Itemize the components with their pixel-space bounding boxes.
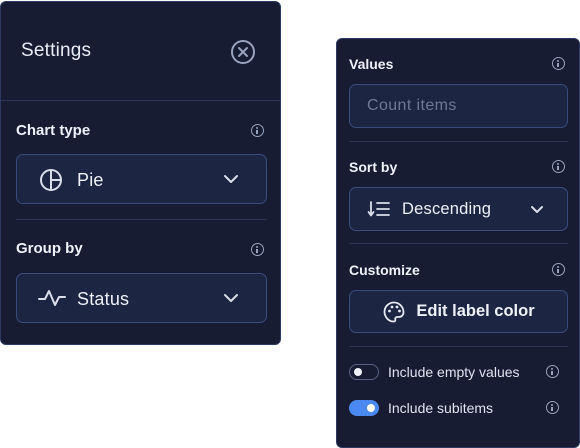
close-circle-icon[interactable] <box>230 39 256 65</box>
edit-label-color-button[interactable]: Edit label color <box>349 290 568 333</box>
include-subitems-toggle[interactable] <box>349 400 379 416</box>
info-icon[interactable] <box>251 243 264 256</box>
info-icon[interactable] <box>546 365 559 378</box>
chevron-down-icon <box>224 175 238 183</box>
chart-type-value: Pie <box>77 170 104 190</box>
info-icon[interactable] <box>552 57 565 70</box>
palette-icon <box>383 301 405 322</box>
info-icon[interactable] <box>552 263 565 276</box>
sort-by-select[interactable]: Descending <box>349 187 568 231</box>
section-divider <box>16 219 267 220</box>
settings-panel: Settings Chart type Pie Group by Status <box>0 1 281 345</box>
values-label: Values <box>349 56 394 72</box>
include-subitems-label: Include subitems <box>388 400 494 416</box>
sort-by-value: Descending <box>402 200 492 218</box>
header-divider <box>1 100 280 101</box>
customize-label: Customize <box>349 262 420 278</box>
group-by-label: Group by <box>16 240 83 257</box>
info-icon[interactable] <box>552 160 565 173</box>
chart-type-select[interactable]: Pie <box>16 154 267 204</box>
section-divider <box>349 141 568 142</box>
include-empty-values-label: Include empty values <box>388 364 520 380</box>
edit-label-color-label: Edit label color <box>416 302 535 320</box>
values-input[interactable] <box>349 84 568 128</box>
chevron-down-icon <box>224 294 238 302</box>
section-divider <box>349 346 568 347</box>
group-by-value: Status <box>77 289 130 309</box>
include-empty-values-toggle[interactable] <box>349 364 379 380</box>
info-icon[interactable] <box>251 124 264 137</box>
group-by-select[interactable]: Status <box>16 273 267 323</box>
section-divider <box>349 243 568 244</box>
pie-chart-icon <box>40 169 62 191</box>
chart-type-label: Chart type <box>16 122 91 139</box>
panel-title: Settings <box>21 40 92 61</box>
sort-descending-icon <box>367 201 390 217</box>
sort-by-label: Sort by <box>349 159 398 175</box>
options-panel: Values Sort by Descending Customize Edit… <box>336 38 580 448</box>
info-icon[interactable] <box>546 401 559 414</box>
activity-icon <box>38 290 66 306</box>
chevron-down-icon <box>531 206 543 213</box>
